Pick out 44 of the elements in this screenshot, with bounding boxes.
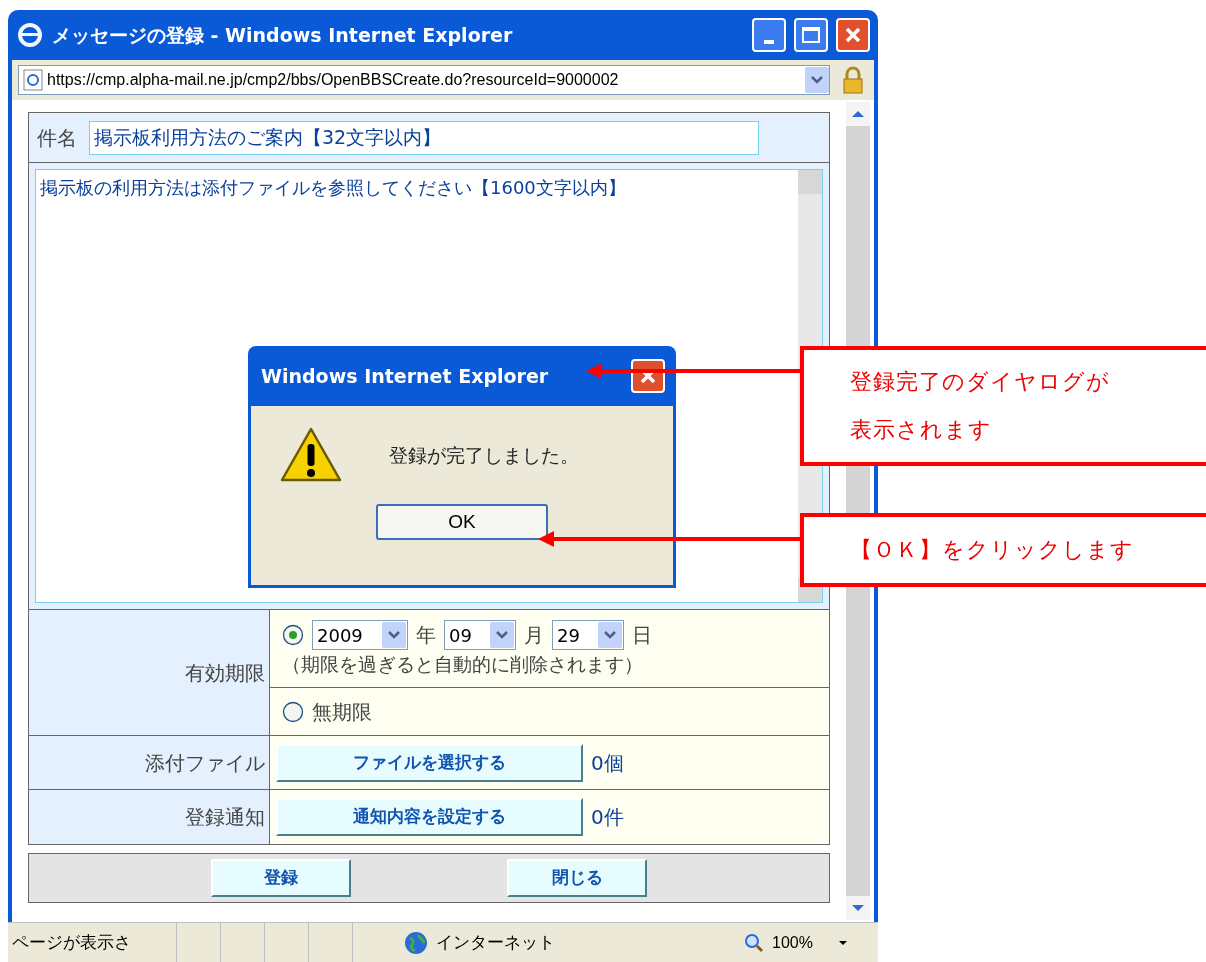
field-label: 登録通知 — [185, 804, 265, 831]
year-dropdown[interactable]: 2009 — [312, 620, 408, 650]
field-label: 件名 — [37, 124, 77, 152]
count-label: 0件 — [591, 804, 624, 831]
scroll-up-icon[interactable] — [846, 102, 870, 126]
form-button[interactable]: 登録 — [211, 859, 351, 897]
unit-label: 月 — [524, 622, 544, 649]
close-button[interactable] — [836, 18, 870, 52]
field-label: 添付ファイル — [145, 749, 265, 777]
page-icon — [23, 69, 43, 91]
warning-icon — [279, 426, 343, 484]
form-button[interactable]: 閉じる — [507, 859, 647, 897]
globe-icon — [404, 930, 428, 955]
dialog-message: 登録が完了しました。 — [389, 442, 579, 468]
radio-button[interactable] — [282, 700, 304, 723]
unit-label: 日 — [632, 622, 652, 649]
field-label: 有効期限 — [185, 659, 265, 687]
select-button[interactable]: ファイルを選択する — [276, 743, 583, 782]
month-dropdown[interactable]: 09 — [444, 620, 516, 650]
subject-field[interactable]: 掲示板利用方法のご案内【32文字以内】 — [89, 120, 759, 155]
address-text: https://cmp.alpha-mail.ne.jp/cmp2/bbs/OpenBBSCreate.do?resourceId=9000002 — [47, 70, 620, 90]
option-label: 無期限 — [312, 698, 372, 726]
minimize-button[interactable] — [752, 18, 786, 52]
count-label: 0個 — [591, 749, 624, 777]
maximize-button[interactable] — [794, 18, 828, 52]
close-icon — [844, 26, 862, 44]
select-button[interactable]: 通知内容を設定する — [276, 798, 583, 836]
ok-button[interactable]: OK — [376, 504, 548, 540]
dialog-title: Windows Internet Explorer — [261, 363, 549, 389]
address-bar[interactable]: https://cmp.alpha-mail.ne.jp/cmp2/bbs/OpenBBSCreate.do?resourceId=9000002 — [18, 65, 830, 95]
status-text: ページが表示さ — [11, 930, 132, 954]
zone-text: インターネット — [436, 930, 556, 954]
window-title: メッセージの登録 - Windows Internet Explorer — [52, 22, 514, 48]
callout-text: 登録完了のダイヤログが — [850, 368, 1111, 396]
zoom-level[interactable]: 100% — [772, 930, 813, 955]
callout-text: 表示されます — [850, 416, 993, 444]
expiry-note: （期限を過ぎると自動的に削除されます） — [282, 652, 644, 677]
zoom-icon[interactable] — [744, 932, 764, 953]
browser-logo-icon — [16, 21, 44, 49]
callout-text: 【ＯＫ】をクリックします — [850, 536, 1135, 564]
scroll-down-icon[interactable] — [846, 896, 870, 920]
unit-label: 年 — [416, 622, 436, 649]
radio-button[interactable] — [282, 624, 304, 646]
day-dropdown[interactable]: 29 — [552, 620, 624, 650]
